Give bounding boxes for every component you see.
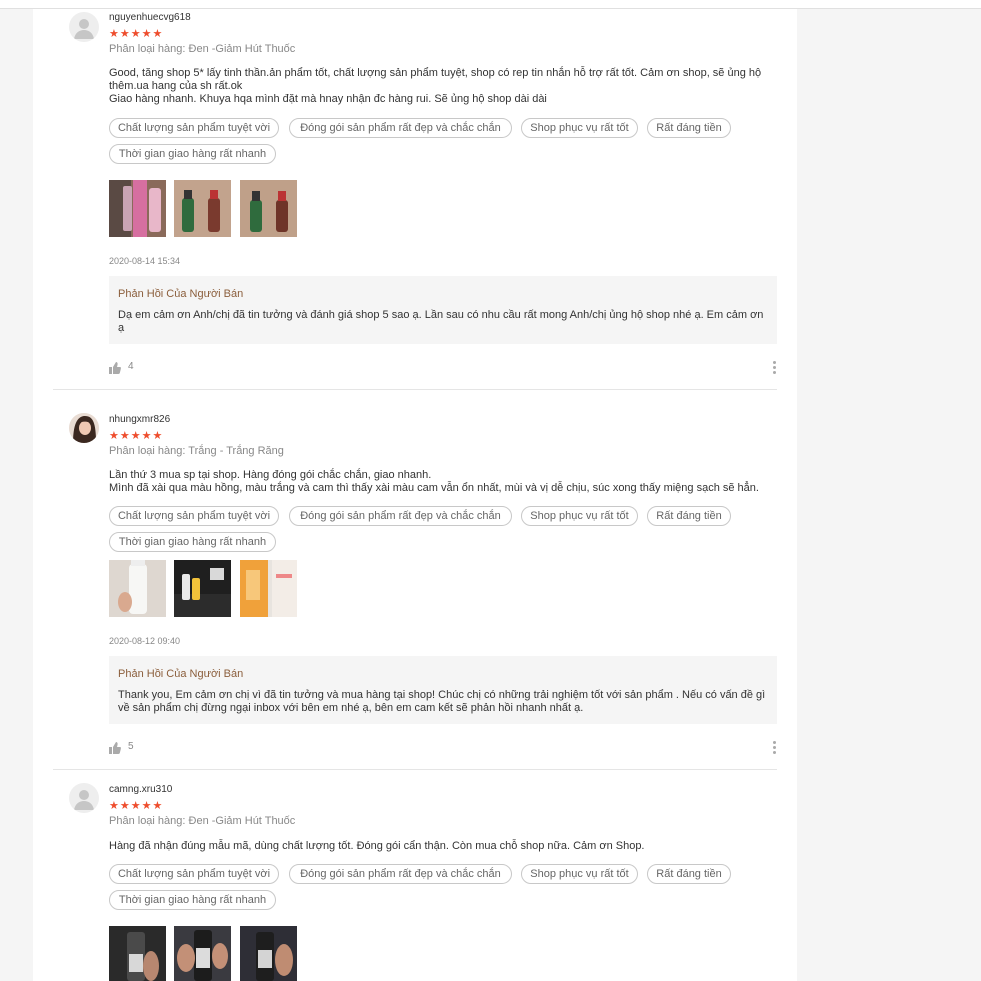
review-tag: Chất lượng sản phẩm tuyệt vời	[109, 118, 279, 138]
review-tag: Thời gian giao hàng rất nhanh	[109, 890, 276, 910]
like-count: 5	[128, 741, 134, 752]
review-photo[interactable]	[174, 180, 231, 237]
review-tag: Đóng gói sản phẩm rất đẹp và chắc chắn	[289, 118, 512, 138]
product-variation: Phân loại hàng: Đen -Giảm Hút Thuốc	[109, 43, 296, 55]
review-tag: Chất lượng sản phẩm tuyệt vời	[109, 864, 279, 884]
rating-stars: ★★★★★	[109, 430, 164, 442]
review-username[interactable]: nhungxmr826	[109, 414, 170, 425]
review-photo[interactable]	[174, 926, 231, 981]
review-tag: Shop phục vụ rất tốt	[521, 864, 638, 884]
rating-stars: ★★★★★	[109, 28, 164, 40]
review-divider	[53, 389, 777, 390]
review-photo[interactable]	[240, 926, 297, 981]
review-tag: Thời gian giao hàng rất nhanh	[109, 532, 276, 552]
thumbs-up-icon[interactable]	[109, 741, 121, 754]
review-timestamp: 2020-08-14 15:34	[109, 256, 181, 266]
more-options-icon[interactable]	[771, 741, 777, 755]
review-photo[interactable]	[109, 926, 166, 981]
review-tag: Đóng gói sản phẩm rất đẹp và chắc chắn	[289, 864, 512, 884]
review-tag: Chất lượng sản phẩm tuyệt vời	[109, 506, 279, 526]
more-options-icon[interactable]	[771, 361, 777, 375]
review-comment: Lần thứ 3 mua sp tại shop. Hàng đóng gói…	[109, 469, 759, 494]
seller-reply-title: Phản Hồi Của Người Bán	[118, 288, 244, 300]
review-username[interactable]: nguyenhuecvg618	[109, 12, 191, 23]
review-timestamp: 2020-08-12 09:40	[109, 636, 181, 646]
review-tag: Rất đáng tiền	[647, 118, 731, 138]
product-variation: Phân loại hàng: Đen -Giảm Hút Thuốc	[109, 815, 296, 827]
review-tag: Thời gian giao hàng rất nhanh	[109, 144, 276, 164]
rating-stars: ★★★★★	[109, 800, 164, 812]
review-tag: Rất đáng tiền	[647, 506, 731, 526]
review-comment: Hàng đã nhận đúng mẫu mã, dùng chất lượn…	[109, 840, 645, 852]
seller-reply-title: Phản Hồi Của Người Bán	[118, 668, 244, 680]
review-photo[interactable]	[174, 560, 231, 617]
review-photo[interactable]	[240, 560, 297, 617]
review-username[interactable]: camng.xru310	[109, 784, 172, 795]
review-photo[interactable]	[109, 560, 166, 617]
review-photo[interactable]	[240, 180, 297, 237]
default-avatar-icon[interactable]	[69, 783, 99, 813]
seller-reply-text: Dạ em cảm ơn Anh/chị đã tin tưởng và đán…	[118, 309, 764, 334]
seller-reply: Phản Hồi Của Người Bán Thank you, Em cảm…	[109, 656, 777, 724]
review-tag: Đóng gói sản phẩm rất đẹp và chắc chắn	[289, 506, 512, 526]
like-count: 4	[128, 361, 134, 372]
seller-reply-text: Thank you, Em cảm ơn chị vì đã tin tưởng…	[118, 689, 766, 714]
review-comment: Good, tăng shop 5* lấy tinh thần.ản phẩm…	[109, 67, 762, 105]
default-avatar-icon[interactable]	[69, 12, 99, 42]
review-tag: Rất đáng tiền	[647, 864, 731, 884]
review-divider	[53, 769, 777, 770]
reviews-panel: nguyenhuecvg618 ★★★★★ Phân loại hàng: Đe…	[33, 9, 797, 981]
user-avatar-photo[interactable]	[69, 413, 99, 443]
top-bar	[0, 0, 981, 9]
seller-reply: Phản Hồi Của Người Bán Dạ em cảm ơn Anh/…	[109, 276, 777, 344]
product-variation: Phân loại hàng: Trắng - Trắng Răng	[109, 445, 284, 457]
review-tag: Shop phục vụ rất tốt	[521, 506, 638, 526]
review-tag: Shop phục vụ rất tốt	[521, 118, 638, 138]
review-photo[interactable]	[109, 180, 166, 237]
thumbs-up-icon[interactable]	[109, 361, 121, 374]
